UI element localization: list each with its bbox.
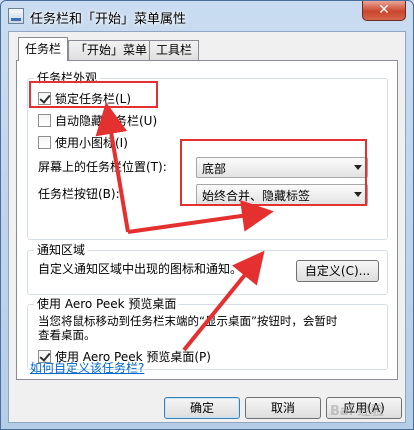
lock-taskbar-label: 锁定任务栏(L) bbox=[55, 91, 132, 106]
aero-peek-description-line2: 查看桌面。 bbox=[38, 328, 96, 342]
auto-hide-label: 自动隐藏任务栏(U) bbox=[55, 113, 158, 128]
taskbar-location-select[interactable]: 底部 bbox=[196, 157, 368, 178]
taskbar-app-icon bbox=[8, 8, 24, 24]
tab-start-menu[interactable]: 「开始」菜单 bbox=[68, 40, 155, 60]
small-icons-label: 使用小图标(I) bbox=[55, 135, 128, 150]
tab-panel-taskbar: 任务栏外观 锁定任务栏(L) 自动隐藏任务栏(U) 使用小图标(I) 屏幕上的任… bbox=[16, 60, 398, 380]
taskbar-buttons-label: 任务栏按钮(B): bbox=[38, 187, 120, 201]
tab-taskbar[interactable]: 任务栏 bbox=[18, 37, 69, 61]
chevron-down-icon bbox=[354, 165, 362, 170]
small-icons-option[interactable]: 使用小图标(I) bbox=[38, 134, 128, 150]
group-label-aero-peek: 使用 Aero Peek 预览桌面 bbox=[34, 297, 180, 311]
help-link[interactable]: 如何自定义该任务栏? bbox=[30, 359, 144, 376]
window-title: 任务栏和「开始」菜单属性 bbox=[30, 12, 187, 27]
taskbar-buttons-value: 始终合并、隐藏标签 bbox=[202, 189, 311, 203]
dialog-client: 任务栏 「开始」菜单 工具栏 任务栏外观 锁定任务栏(L) 自动隐藏任务栏(U)… bbox=[8, 31, 406, 423]
notification-description: 自定义通知区域中出现的图标和通知。 bbox=[38, 262, 243, 276]
dialog-window: 任务栏和「开始」菜单属性 ✕ 任务栏 「开始」菜单 工具栏 任务栏外观 锁定任务… bbox=[0, 0, 414, 430]
close-button[interactable]: ✕ bbox=[362, 1, 406, 21]
cancel-button[interactable]: 取消 bbox=[245, 397, 321, 419]
ok-button[interactable]: 确定 bbox=[164, 397, 240, 419]
group-label-notification: 通知区域 bbox=[34, 243, 89, 257]
taskbar-location-label: 屏幕上的任务栏位置(T): bbox=[38, 160, 167, 174]
apply-button[interactable]: 应用(A) bbox=[326, 397, 402, 419]
auto-hide-checkbox[interactable] bbox=[38, 113, 51, 127]
title-bar[interactable]: 任务栏和「开始」菜单属性 ✕ bbox=[1, 1, 413, 31]
group-label-appearance: 任务栏外观 bbox=[34, 71, 101, 85]
tab-toolbars[interactable]: 工具栏 bbox=[149, 40, 200, 60]
taskbar-buttons-select[interactable]: 始终合并、隐藏标签 bbox=[196, 184, 368, 205]
auto-hide-option[interactable]: 自动隐藏任务栏(U) bbox=[38, 112, 157, 128]
chevron-down-icon bbox=[354, 192, 362, 197]
taskbar-location-value: 底部 bbox=[202, 162, 227, 176]
lock-taskbar-checkbox[interactable] bbox=[38, 91, 51, 105]
lock-taskbar-option[interactable]: 锁定任务栏(L) bbox=[38, 90, 131, 106]
small-icons-checkbox[interactable] bbox=[38, 135, 51, 149]
customize-notifications-button[interactable]: 自定义(C)... bbox=[296, 260, 379, 282]
